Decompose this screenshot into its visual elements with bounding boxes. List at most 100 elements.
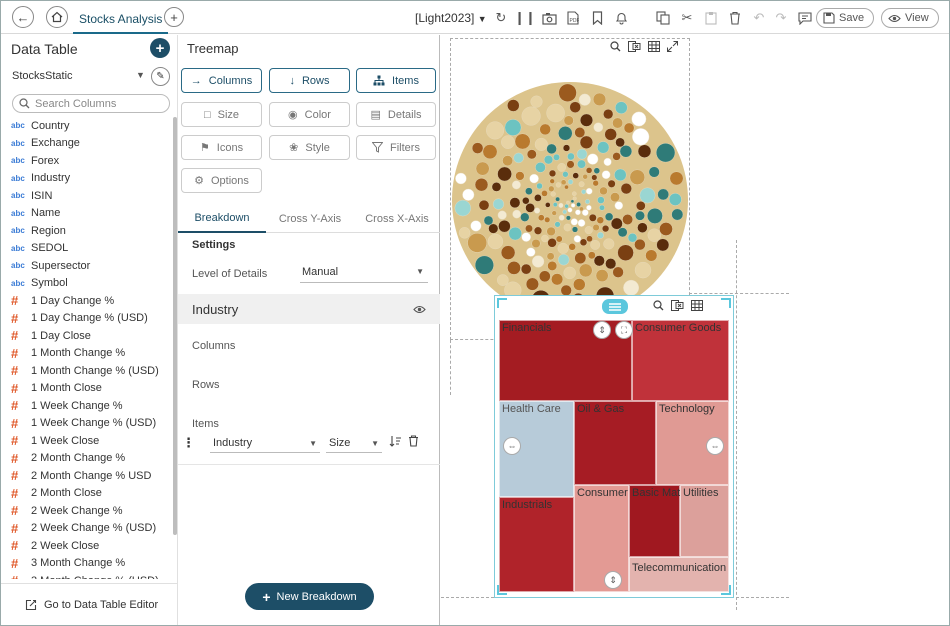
treemap-cell-oil-gas[interactable]: Oil & Gas: [574, 401, 656, 485]
bookmark-button[interactable]: [588, 9, 606, 27]
column-item[interactable]: #1 Day Change % (USD): [1, 310, 173, 328]
color-button[interactable]: ◉ Color: [269, 102, 350, 127]
column-item[interactable]: #2 Month Change % USD: [1, 467, 173, 485]
export-excel-icon[interactable]: [671, 300, 684, 311]
visibility-toggle[interactable]: [413, 303, 426, 317]
column-item[interactable]: #1 Day Close: [1, 327, 173, 345]
duplicate-button[interactable]: [654, 9, 672, 27]
column-item[interactable]: #1 Week Change %: [1, 397, 173, 415]
go-to-data-table-editor-link[interactable]: Go to Data Table Editor: [1, 583, 177, 625]
paste-button[interactable]: [702, 9, 720, 27]
notifications-button[interactable]: [612, 9, 630, 27]
horizontal-resize-control-right[interactable]: ⇔: [706, 437, 724, 455]
filters-button[interactable]: Filters: [356, 135, 436, 160]
horizontal-resize-control-left[interactable]: ⇔: [503, 437, 521, 455]
save-button[interactable]: Save: [816, 8, 875, 28]
edit-datasource-button[interactable]: ✎: [151, 67, 170, 86]
column-item[interactable]: abc Exchange: [1, 135, 173, 153]
icons-button[interactable]: ⚑ Icons: [181, 135, 262, 160]
pdf-button[interactable]: PDF: [564, 9, 582, 27]
datasource-selector[interactable]: StocksStatic: [12, 70, 73, 82]
style-button[interactable]: ❀ Style: [269, 135, 350, 160]
search-columns-input[interactable]: [35, 97, 155, 110]
column-item[interactable]: abc Forex: [1, 152, 173, 170]
search-icon[interactable]: [610, 41, 621, 52]
column-item[interactable]: abc Country: [1, 117, 173, 135]
home-button[interactable]: [46, 6, 68, 28]
new-breakdown-button[interactable]: + New Breakdown: [245, 583, 374, 610]
details-button[interactable]: ▤ Details: [356, 102, 436, 127]
size-button[interactable]: □ Size: [181, 102, 262, 127]
caret-down-icon[interactable]: ▼: [136, 70, 145, 80]
treemap-cell-financials[interactable]: Financials: [499, 320, 632, 401]
item-field-dropdown[interactable]: Industry ▼: [210, 433, 320, 453]
tab-stocks-analysis[interactable]: Stocks Analysis: [73, 5, 169, 34]
rows-variable-button[interactable]: ↓ Rows: [269, 68, 350, 93]
vertical-resize-control-bottom[interactable]: ⇕: [604, 571, 622, 589]
tab-cross-y-axis[interactable]: Cross Y-Axis: [266, 205, 354, 233]
add-data-source-button[interactable]: +: [150, 38, 170, 58]
column-item[interactable]: #2 Month Change %: [1, 450, 173, 468]
table-icon[interactable]: [691, 300, 703, 311]
tab-cross-x-axis[interactable]: Cross X-Axis: [354, 205, 440, 233]
menu-button[interactable]: [602, 299, 628, 314]
undo-button[interactable]: ↶: [750, 9, 768, 27]
column-item[interactable]: #2 Week Change % (USD): [1, 520, 173, 538]
column-item[interactable]: #1 Week Close: [1, 432, 173, 450]
treemap-cell-basic-mat[interactable]: Basic Mat: [629, 485, 680, 557]
column-item[interactable]: abc Symbol: [1, 275, 173, 293]
circle-pack-chart[interactable]: [450, 80, 690, 320]
export-excel-icon[interactable]: [628, 41, 641, 52]
cut-button[interactable]: ✂: [678, 9, 696, 27]
treemap-cell-consumer-goods[interactable]: Consumer Goods: [632, 320, 729, 401]
view-button[interactable]: View: [881, 8, 939, 28]
column-item[interactable]: #2 Month Close: [1, 485, 173, 503]
column-item[interactable]: #2 Week Change %: [1, 502, 173, 520]
circle-pack-node: [562, 144, 571, 152]
column-item[interactable]: #1 Week Change % (USD): [1, 415, 173, 433]
column-item[interactable]: abc SEDOL: [1, 240, 173, 258]
column-item[interactable]: #1 Month Close: [1, 380, 173, 398]
maximize-icon[interactable]: [667, 41, 678, 52]
sort-button[interactable]: [389, 435, 402, 450]
items-variable-button[interactable]: Items: [356, 68, 436, 93]
theme-selector[interactable]: [Light2023] ▼: [415, 11, 487, 25]
column-item[interactable]: #1 Month Change % (USD): [1, 362, 173, 380]
column-item[interactable]: #3 Month Change %: [1, 555, 173, 573]
treemap-visualization[interactable]: Financials Consumer Goods Health Care Oi…: [494, 295, 734, 598]
column-item[interactable]: abc Region: [1, 222, 173, 240]
column-item[interactable]: #2 Week Close: [1, 537, 173, 555]
delete-button[interactable]: [726, 9, 744, 27]
comment-button[interactable]: [796, 9, 814, 27]
column-item[interactable]: abc Supersector: [1, 257, 173, 275]
column-list-scrollbar[interactable]: [173, 117, 177, 535]
search-icon[interactable]: [653, 300, 664, 311]
redo-button[interactable]: ↷: [772, 9, 790, 27]
remove-item-button[interactable]: [408, 435, 419, 450]
table-icon[interactable]: [648, 41, 660, 52]
fit-control[interactable]: ⛶: [615, 321, 633, 339]
columns-variable-button[interactable]: → Columns: [181, 68, 262, 93]
column-name: 2 Week Change % (USD): [31, 522, 157, 535]
column-item[interactable]: abc Industry: [1, 170, 173, 188]
column-item[interactable]: abc ISIN: [1, 187, 173, 205]
options-button[interactable]: ⚙ Options: [181, 168, 262, 193]
vertical-resize-control[interactable]: ⇕: [593, 321, 611, 339]
snapshot-button[interactable]: [540, 9, 558, 27]
column-item[interactable]: #1 Day Change %: [1, 292, 173, 310]
column-item[interactable]: abc Name: [1, 205, 173, 223]
treemap-cell-utilities[interactable]: Utilities: [680, 485, 729, 557]
column-item[interactable]: #3 Month Change % (USD): [1, 572, 173, 579]
refresh-button[interactable]: ↻: [492, 9, 510, 27]
pause-button[interactable]: ❙❙: [514, 9, 536, 27]
item-metric-dropdown[interactable]: Size ▼: [326, 433, 382, 453]
drag-handle-icon[interactable]: ⋮: [182, 435, 195, 451]
treemap-cell-industrials[interactable]: Industrials: [499, 497, 574, 592]
treemap-cell-telecommunication[interactable]: Telecommunication: [629, 557, 729, 592]
column-item[interactable]: #1 Month Change %: [1, 345, 173, 363]
tab-breakdown[interactable]: Breakdown: [178, 205, 266, 233]
add-tab-button[interactable]: +: [164, 7, 184, 27]
level-of-details-dropdown[interactable]: Manual ▼: [300, 261, 428, 283]
breakdown-header[interactable]: Industry: [178, 294, 440, 324]
back-button[interactable]: ←: [12, 6, 34, 28]
